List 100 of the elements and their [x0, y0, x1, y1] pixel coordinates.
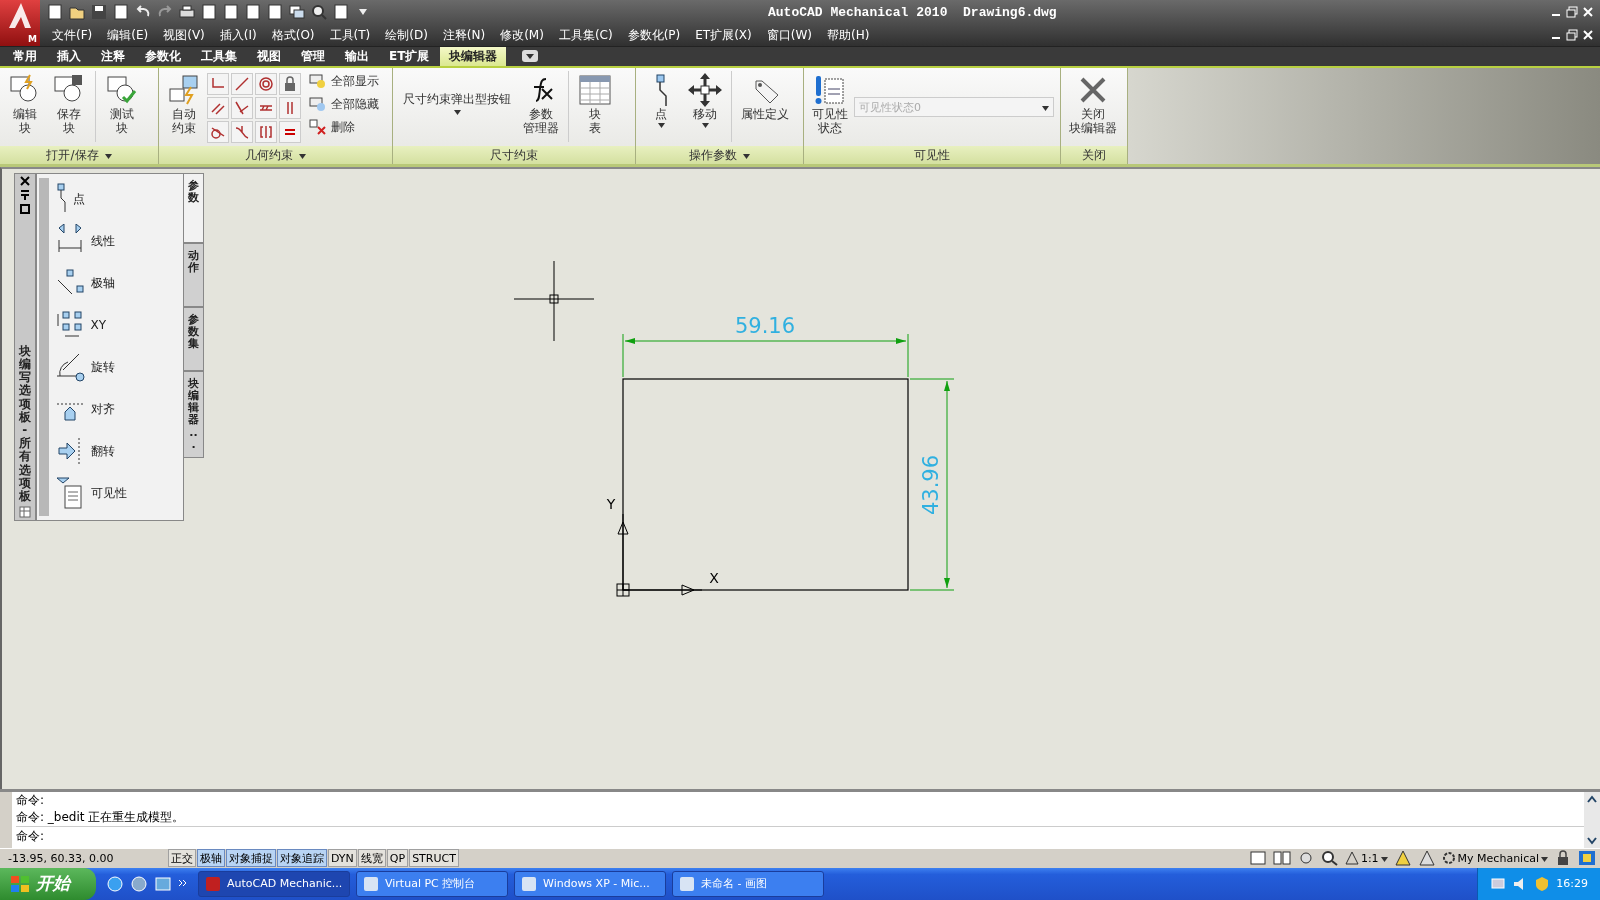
ribbon-button[interactable]: 点 [640, 71, 682, 131]
status-toggle[interactable]: 正交 [168, 849, 196, 868]
ribbon-button[interactable]: 删除 [309, 117, 379, 138]
palette-tab[interactable]: 参数 [184, 173, 204, 244]
menu-item[interactable]: 文件(F) [52, 26, 93, 44]
menu-item[interactable]: 窗口(W) [766, 26, 812, 44]
ribbon-button[interactable]: 块 表 [574, 71, 616, 138]
menu-item[interactable]: 工具(T) [329, 26, 371, 44]
ribbon-button[interactable]: 属性定义 [737, 71, 793, 124]
ribbon-tab[interactable]: 管理 [292, 47, 334, 67]
ribbon-button[interactable]: 全部隐藏 [309, 94, 379, 115]
menu-item[interactable]: 帮助(H) [827, 26, 870, 44]
menu-item[interactable]: 工具集(C) [558, 26, 613, 44]
palette-item[interactable]: 对齐 [50, 388, 183, 431]
ribbon-tab[interactable]: 参数化 [136, 47, 190, 67]
page-icon[interactable] [200, 3, 218, 21]
status-toggle[interactable]: 线宽 [357, 849, 386, 868]
command-input[interactable]: 命令: [16, 826, 1584, 846]
taskbar-button[interactable]: AutoCAD Mechanic... [198, 871, 350, 897]
magnifier-icon[interactable] [310, 3, 328, 21]
ribbon-tab[interactable]: 块编辑器 [440, 47, 507, 67]
ribbon-button[interactable]: 关闭 块编辑器 [1065, 71, 1121, 138]
ribbon-tab[interactable]: 注释 [92, 47, 134, 67]
palette-item[interactable]: 可见性 [50, 472, 183, 515]
ribbon-button[interactable]: 可见性 状态 [808, 71, 852, 138]
window-icon[interactable] [19, 204, 30, 215]
constraint-button[interactable] [279, 97, 301, 120]
windows-icon[interactable] [288, 3, 306, 21]
ribbon-button[interactable]: 编辑 块 [4, 71, 46, 138]
constraint-button[interactable] [231, 121, 253, 144]
palette-item[interactable]: 点 [50, 178, 183, 221]
ribbon-tab[interactable]: 输出 [336, 47, 378, 67]
command-history-line: 命令: _bedit 正在重生成模型。 [16, 809, 186, 827]
constraint-button[interactable] [279, 73, 301, 96]
palette-item[interactable]: 线性 [50, 220, 183, 263]
palette-item[interactable]: 极轴 [50, 262, 183, 305]
properties-icon[interactable] [19, 189, 30, 202]
palette-tab[interactable]: 动作 [184, 243, 204, 308]
status-toggle[interactable]: STRUCT [409, 849, 459, 868]
restore-icon[interactable] [1566, 29, 1578, 41]
menu-item[interactable]: 修改(M) [500, 26, 544, 44]
ribbon-button[interactable]: 参数 管理器 [519, 71, 563, 138]
status-toggle[interactable]: QP [386, 849, 409, 868]
ribbon-button[interactable]: 保存 块 [48, 71, 90, 138]
menu-item[interactable]: 视图(V) [163, 26, 205, 44]
ribbon-tab[interactable]: 工具集 [192, 47, 246, 67]
layout-icon[interactable] [1272, 850, 1291, 867]
menu-item[interactable]: ET扩展(X) [695, 26, 752, 44]
ribbon-button[interactable]: 测试 块 [101, 71, 143, 138]
palette-tab[interactable]: 块编辑器... [184, 371, 204, 458]
menu-item[interactable]: 插入(I) [219, 26, 257, 44]
restore-icon[interactable] [1566, 6, 1578, 18]
constraint-button[interactable] [255, 121, 277, 144]
constraint-button[interactable] [207, 73, 229, 96]
constraint-button[interactable] [255, 73, 277, 96]
ribbon-tab[interactable]: 视图 [248, 47, 290, 67]
page-icon[interactable] [244, 3, 262, 21]
ribbon-button[interactable]: 全部显示 [309, 71, 379, 92]
taskbar-button[interactable]: Windows XP - Mic... [514, 871, 666, 897]
constraint-button[interactable] [231, 97, 253, 120]
palette-tab[interactable]: 参数集 [184, 307, 204, 372]
palette-item[interactable]: 旋转 [50, 346, 183, 389]
constraint-button[interactable] [207, 97, 229, 120]
dropdown-toggle-icon[interactable] [522, 50, 539, 63]
menu-item[interactable]: 绘制(D) [385, 26, 428, 44]
workspace-switcher[interactable]: My Mechanical [1441, 851, 1548, 866]
constraint-button[interactable] [279, 121, 301, 144]
ribbon-tab[interactable]: 常用 [4, 47, 46, 67]
move-arrows-icon [688, 73, 722, 108]
grid-icon[interactable] [18, 506, 31, 519]
application-menu-button[interactable]: M [0, 0, 40, 46]
menu-item[interactable]: 注释(N) [442, 26, 486, 44]
constraint-button[interactable] [207, 121, 229, 144]
menu-item[interactable]: 格式(O) [271, 26, 315, 44]
zoom-icon[interactable] [1320, 850, 1339, 867]
taskbar-button[interactable]: Virtual PC 控制台 [356, 871, 508, 897]
command-grip[interactable] [0, 792, 12, 848]
status-toggle[interactable]: 对象追踪 [277, 849, 327, 868]
printer-icon[interactable] [178, 3, 196, 21]
new-page-icon[interactable] [46, 3, 64, 21]
dropdown-button[interactable]: 尺寸约束弹出型按钮 [397, 71, 517, 116]
status-toggle[interactable]: 极轴 [197, 849, 225, 868]
model-space-icon[interactable] [1248, 850, 1267, 867]
menu-item[interactable]: 参数化(P) [627, 26, 681, 44]
ribbon-button[interactable]: 自动 约束 [163, 71, 205, 138]
browser-icon[interactable] [106, 875, 124, 893]
taskbar-button[interactable]: 未命名 - 画图 [672, 871, 824, 897]
menu-item[interactable]: 编辑(E) [107, 26, 149, 44]
palette-item[interactable]: 翻转 [50, 430, 183, 473]
constraint-button[interactable] [255, 97, 277, 120]
status-toggle[interactable]: 对象捕捉 [226, 849, 276, 868]
ribbon-button[interactable]: 移动 [684, 71, 726, 131]
constraint-button[interactable] [231, 73, 253, 96]
status-toggle[interactable]: DYN [328, 849, 357, 868]
ribbon-tab[interactable]: ET扩展 [380, 47, 439, 67]
triangle-scale-icon [1344, 851, 1359, 866]
close-icon[interactable] [19, 176, 30, 187]
palette-item[interactable]: XY [50, 304, 183, 347]
ribbon-tab[interactable]: 插入 [48, 47, 90, 67]
annotation-scale[interactable]: 1:1 [1344, 851, 1388, 866]
